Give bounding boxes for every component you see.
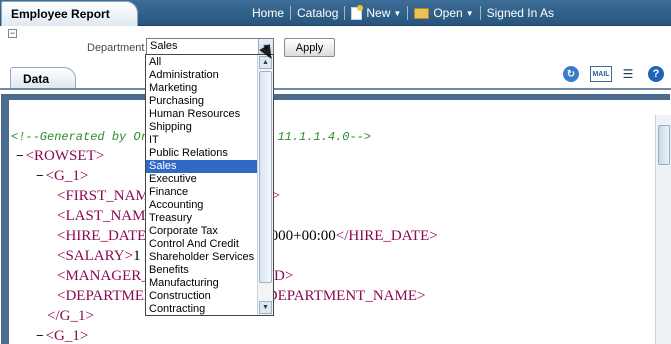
dropdown-option[interactable]: Benefits xyxy=(146,264,258,277)
xml-g1-line: − <G_1> xyxy=(36,328,89,344)
xml-rowset-line: − <ROWSET> xyxy=(16,148,105,164)
dropdown-option[interactable]: IT xyxy=(146,134,258,147)
dropdown-option[interactable]: Human Resources xyxy=(146,108,258,121)
dropdown-option[interactable]: Contracting xyxy=(146,303,258,315)
dropdown-option[interactable]: Construction xyxy=(146,290,258,303)
collapse-parameters-button[interactable]: − xyxy=(8,29,17,38)
header-bar: Employee Report Home Catalog New ▼ Open … xyxy=(0,0,671,26)
dropdown-option[interactable]: Shareholder Services xyxy=(146,251,258,264)
dropdown-option[interactable]: Administration xyxy=(146,69,258,82)
dropdown-option[interactable]: Shipping xyxy=(146,121,258,134)
apply-button[interactable]: Apply xyxy=(284,38,335,57)
department-selected-value: Sales xyxy=(150,40,178,52)
nav-open[interactable]: Open ▼ xyxy=(408,6,479,21)
collapse-node-toggle[interactable]: − xyxy=(16,148,24,163)
dropdown-option[interactable]: Manufacturing xyxy=(146,277,258,290)
dropdown-option[interactable]: Control And Credit xyxy=(146,238,258,251)
new-document-icon xyxy=(351,4,364,20)
dropdown-option[interactable]: Sales xyxy=(146,160,258,173)
xml-salary-line: <SALARY>1 xyxy=(57,248,141,264)
nav-signed-in-as[interactable]: Signed In As xyxy=(481,6,560,21)
dropdown-options: All Administration Marketing Purchasing Huma… xyxy=(146,56,258,315)
content-scrollbar-thumb[interactable] xyxy=(658,125,670,165)
dropdown-option[interactable]: Finance xyxy=(146,186,258,199)
refresh-icon[interactable]: ↻ xyxy=(563,66,579,82)
collapse-node-toggle[interactable]: − xyxy=(36,328,44,343)
content-scrollbar[interactable] xyxy=(655,115,671,344)
dropdown-option[interactable]: Marketing xyxy=(146,82,258,95)
tab-data-label: Data xyxy=(23,72,50,86)
dropdown-option[interactable]: Public Relations xyxy=(146,147,258,160)
xml-g1-line: − <G_1> xyxy=(36,168,89,184)
nav-catalog[interactable]: Catalog xyxy=(291,6,344,21)
tab-data[interactable]: Data xyxy=(10,67,76,89)
menu-icon[interactable]: ☰ xyxy=(622,66,634,82)
report-title: Employee Report xyxy=(11,7,110,21)
dropdown-option[interactable]: All xyxy=(146,56,258,69)
tab-divider xyxy=(0,88,671,90)
department-label: Department xyxy=(87,42,145,54)
xml-g1-close-line: </G_1> xyxy=(47,308,94,324)
scroll-down-icon[interactable]: ▼ xyxy=(259,301,272,314)
chevron-down-icon: ▼ xyxy=(465,8,474,18)
dropdown-option[interactable]: Corporate Tax xyxy=(146,225,258,238)
nav-new[interactable]: New ▼ xyxy=(345,4,407,21)
nav-home[interactable]: Home xyxy=(246,6,290,21)
help-icon[interactable]: ? xyxy=(648,66,664,82)
dropdown-scrollbar-thumb[interactable] xyxy=(259,71,272,283)
chevron-down-icon: ▼ xyxy=(393,8,402,18)
top-navigation: Home Catalog New ▼ Open ▼ Signed In As xyxy=(246,0,671,26)
collapse-node-toggle[interactable]: − xyxy=(36,168,44,183)
report-title-tab[interactable]: Employee Report xyxy=(1,1,138,26)
department-dropdown-list[interactable]: All Administration Marketing Purchasing Huma… xyxy=(145,54,274,316)
dropdown-option[interactable]: Purchasing xyxy=(146,95,258,108)
dropdown-option[interactable]: Executive xyxy=(146,173,258,186)
dropdown-option[interactable]: Treasury xyxy=(146,212,258,225)
dropdown-scrollbar[interactable]: ▲ ▼ xyxy=(257,55,273,315)
open-folder-icon xyxy=(414,7,430,19)
xml-content-panel: <!--Generated by Oracle BI Publisher 11.… xyxy=(1,94,670,344)
email-icon[interactable]: MAIL xyxy=(590,66,612,82)
dropdown-option[interactable]: Accounting xyxy=(146,199,258,212)
